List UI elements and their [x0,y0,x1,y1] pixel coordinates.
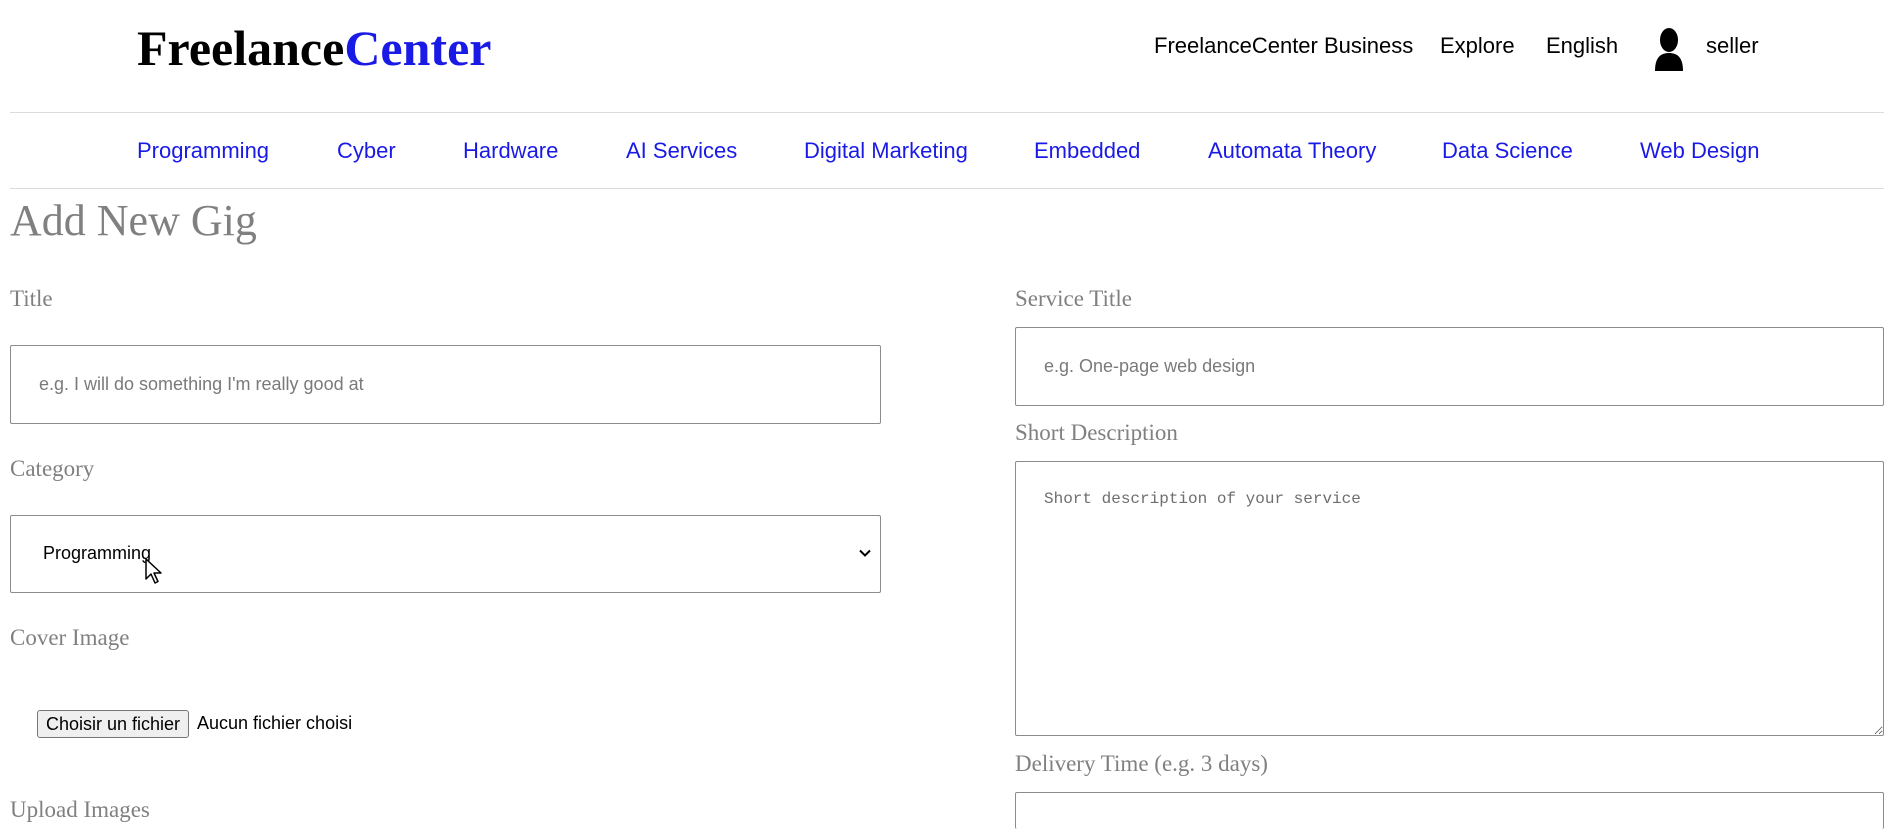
choose-file-button[interactable]: Choisir un fichier [37,710,190,738]
site-logo[interactable]: FreelanceCenter [137,18,491,78]
logo-text-center: Center [344,20,492,76]
logo-text-freelance: Freelance [137,20,345,76]
nav-item-automata-theory[interactable]: Automata Theory [1208,138,1376,164]
business-link[interactable]: FreelanceCenter Business [1154,33,1413,59]
user-avatar-icon[interactable] [1652,27,1686,71]
username-link[interactable]: seller [1706,33,1759,59]
nav-item-embedded[interactable]: Embedded [1034,138,1140,164]
nav-item-web-design[interactable]: Web Design [1640,138,1759,164]
short-description-label: Short Description [1015,420,1178,445]
nav-item-digital-marketing[interactable]: Digital Marketing [804,138,968,164]
nav-item-cyber[interactable]: Cyber [337,138,396,164]
delivery-time-input[interactable] [1015,792,1884,829]
title-label: Title [10,286,53,311]
page-title: Add New Gig [10,196,257,245]
mouse-pointer-icon [145,558,162,584]
upload-images-label: Upload Images [10,797,150,822]
explore-link[interactable]: Explore [1440,33,1515,59]
gig-title-input[interactable] [10,345,881,424]
nav-item-hardware[interactable]: Hardware [463,138,558,164]
service-title-input[interactable] [1015,327,1884,406]
short-description-textarea[interactable] [1015,461,1884,736]
delivery-time-label: Delivery Time (e.g. 3 days) [1015,751,1268,776]
cover-image-label: Cover Image [10,625,130,650]
nav-item-programming[interactable]: Programming [137,138,269,164]
category-selected-value: Programming [43,543,152,563]
file-status-text: Aucun fichier choisi [197,713,353,733]
nav-item-data-science[interactable]: Data Science [1442,138,1573,164]
nav-item-ai-services[interactable]: AI Services [626,138,737,164]
language-link[interactable]: English [1546,33,1618,59]
service-title-label: Service Title [1015,286,1132,311]
header-divider [10,112,1884,113]
chevron-down-icon [859,549,871,557]
category-label: Category [10,456,95,481]
category-select[interactable]: Programming [10,515,881,593]
nav-divider [10,188,1884,189]
